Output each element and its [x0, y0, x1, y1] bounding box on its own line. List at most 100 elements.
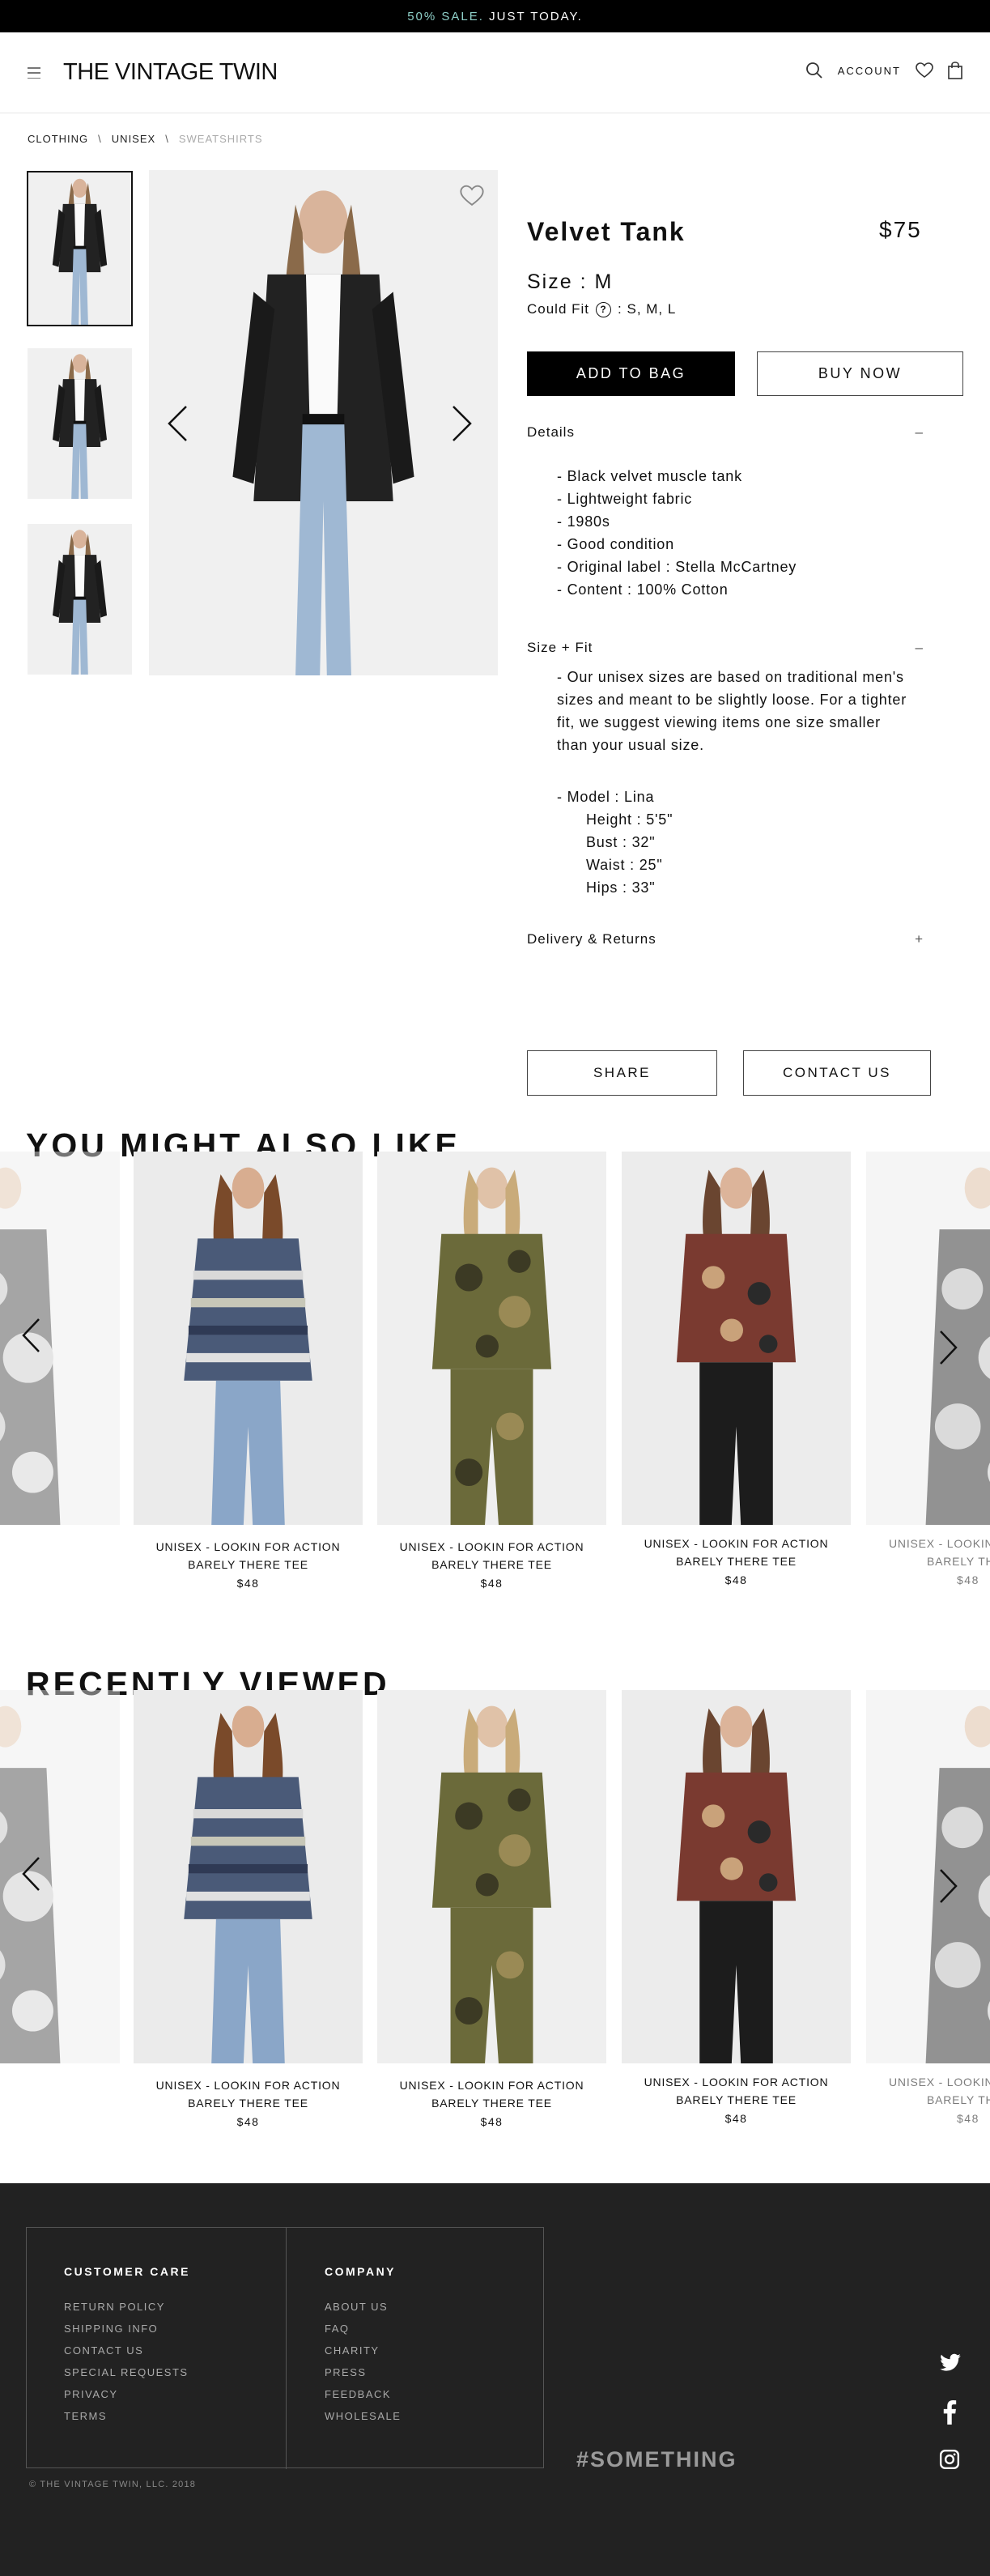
promo-text: JUST TODAY. [489, 9, 583, 23]
model-name: - Model : Lina [557, 789, 655, 805]
product-price: $48 [236, 2115, 260, 2128]
product-name[interactable]: UNISEX - LOOKIN FOR ACTION BARELY THERE T… [377, 1538, 606, 1573]
size-fit-accordion-header[interactable]: Size + Fit – [527, 640, 924, 656]
could-fit: Could Fit ? : S, M, L [527, 301, 676, 317]
expand-icon[interactable]: + [915, 931, 924, 947]
product-image[interactable] [622, 1690, 851, 2063]
product-name[interactable]: UNISEX - LOOKIN FOR ACTION BARELY THERE T… [134, 2076, 363, 2112]
collapse-icon[interactable]: – [916, 640, 924, 656]
product-card[interactable]: UNISEX - LOOKIN FOR ACTION BARELY THERE T… [134, 1152, 363, 1590]
product-image[interactable] [377, 1690, 606, 2063]
wishlist-heart-icon[interactable] [460, 185, 484, 207]
footer-link-charity[interactable]: CHARITY [325, 2340, 401, 2361]
size-fit-heading: Size + Fit [527, 640, 593, 655]
product-card[interactable]: UNISEX - LOOKIN FOR ACTION BARELY THERE T… [134, 1690, 363, 2128]
customer-care-heading: CUSTOMER CARE [64, 2265, 190, 2278]
product-name[interactable]: UNISEX - LOOKIN FOR ACTION BARELY THERE T… [622, 2073, 851, 2109]
add-to-bag-button[interactable]: ADD TO BAG [527, 351, 735, 396]
footer-link-privacy[interactable]: PRIVACY [64, 2383, 190, 2405]
footer-link-terms[interactable]: TERMS [64, 2405, 190, 2427]
model-hips: Hips : 33" [586, 879, 656, 896]
thumbnail-3[interactable] [28, 524, 132, 675]
breadcrumb-clothing[interactable]: CLOTHING [28, 133, 88, 145]
product-price: $75 [879, 217, 922, 242]
facebook-icon[interactable] [942, 2400, 957, 2425]
details-item: - Original label : Stella McCartney [557, 559, 797, 575]
product-card-partial[interactable] [0, 1152, 120, 1525]
buy-now-button[interactable]: BUY NOW [757, 351, 963, 396]
twitter-icon[interactable] [939, 2353, 962, 2373]
site-header: THE VINTAGE TWIN ACCOUNT [0, 32, 990, 113]
carousel-next-arrow-icon[interactable] [939, 1868, 958, 1904]
product-card[interactable]: UNISEX - LOOKIN FOR ACTION BARELY THERE T… [377, 1690, 606, 2128]
promo-bar: 50% SALE. JUST TODAY. [0, 0, 990, 32]
help-icon[interactable]: ? [596, 301, 612, 317]
breadcrumb-sweatshirts: SWEATSHIRTS [178, 133, 263, 145]
footer-link-contact-us[interactable]: CONTACT US [64, 2340, 190, 2361]
product-image[interactable] [134, 1152, 363, 1525]
product-card-partial[interactable] [0, 1690, 120, 2063]
main-product-image [149, 170, 498, 675]
footer-link-press[interactable]: PRESS [325, 2361, 401, 2383]
footer-link-about-us[interactable]: ABOUT US [325, 2296, 401, 2318]
company-column: COMPANY ABOUT US FAQ CHARITY PRESS FEEDB… [325, 2265, 401, 2427]
site-logo[interactable]: THE VINTAGE TWIN [63, 59, 278, 86]
footer-link-return-policy[interactable]: RETURN POLICY [64, 2296, 190, 2318]
footer-link-shipping-info[interactable]: SHIPPING INFO [64, 2318, 190, 2340]
product-card-partial[interactable]: UNISEX - LOOKIN BARELY TH $48 [866, 1690, 990, 2125]
recently-viewed-carousel: UNISEX - LOOKIN FOR ACTION BARELY THERE T… [0, 1690, 990, 2144]
company-heading: COMPANY [325, 2265, 397, 2278]
footer-link-faq[interactable]: FAQ [325, 2318, 401, 2340]
contact-us-button[interactable]: CONTACT US [743, 1050, 931, 1096]
details-item: - 1980s [557, 513, 610, 530]
product-name[interactable]: UNISEX - LOOKIN FOR ACTION BARELY THERE T… [134, 1538, 363, 1573]
site-footer: CUSTOMER CARE RETURN POLICY SHIPPING INF… [0, 2183, 990, 2576]
product-price: $48 [236, 1577, 260, 1590]
details-item: - Lightweight fabric [557, 491, 693, 507]
model-bust: Bust : 32" [586, 834, 656, 850]
also-like-carousel: UNISEX - LOOKIN FOR ACTION BARELY THERE T… [0, 1152, 990, 1605]
product-image[interactable] [622, 1152, 851, 1525]
product-name[interactable]: UNISEX - LOOKIN BARELY TH [866, 2073, 990, 2109]
copyright: © THE VINTAGE TWIN, LLC. 2018 [29, 2480, 197, 2489]
image-prev-arrow-icon[interactable] [167, 405, 188, 442]
product-name[interactable]: UNISEX - LOOKIN FOR ACTION BARELY THERE T… [377, 2076, 606, 2112]
menu-icon[interactable] [28, 67, 40, 79]
bag-icon[interactable] [948, 62, 962, 79]
instagram-icon[interactable] [939, 2449, 960, 2470]
footer-link-feedback[interactable]: FEEDBACK [325, 2383, 401, 2405]
footer-link-special-requests[interactable]: SPECIAL REQUESTS [64, 2361, 190, 2383]
image-next-arrow-icon[interactable] [452, 405, 473, 442]
thumbnail-1[interactable] [27, 171, 133, 326]
product-title: Velvet Tank [527, 217, 686, 246]
product-image[interactable] [134, 1690, 363, 2063]
product-card-partial[interactable]: UNISEX - LOOKIN BARELY TH $48 [866, 1152, 990, 1586]
carousel-prev-arrow-icon[interactable] [21, 1318, 40, 1353]
product-card[interactable]: UNISEX - LOOKIN FOR ACTION BARELY THERE T… [622, 1690, 851, 2125]
product-price: $48 [957, 1573, 979, 1586]
carousel-prev-arrow-icon[interactable] [21, 1856, 40, 1892]
heart-icon[interactable] [916, 62, 933, 79]
collapse-icon[interactable]: – [916, 424, 924, 441]
carousel-next-arrow-icon[interactable] [939, 1330, 958, 1365]
thumbnail-2[interactable] [28, 348, 132, 499]
share-button[interactable]: SHARE [527, 1050, 717, 1096]
details-item: - Black velvet muscle tank [557, 468, 742, 484]
product-image[interactable] [377, 1152, 606, 1525]
model-waist: Waist : 25" [586, 857, 663, 873]
product-name[interactable]: UNISEX - LOOKIN BARELY TH [866, 1535, 990, 1570]
product-price: $48 [480, 2115, 503, 2128]
hashtag[interactable]: #SOMETHING [576, 2447, 737, 2472]
could-fit-label: Could Fit [527, 301, 590, 317]
breadcrumb-unisex[interactable]: UNISEX [112, 133, 155, 145]
details-accordion-header[interactable]: Details – [527, 424, 924, 441]
product-card[interactable]: UNISEX - LOOKIN FOR ACTION BARELY THERE T… [377, 1152, 606, 1590]
product-price: $48 [724, 2112, 748, 2125]
footer-link-wholesale[interactable]: WHOLESALE [325, 2405, 401, 2427]
account-link[interactable]: ACCOUNT [838, 65, 901, 77]
product-card[interactable]: UNISEX - LOOKIN FOR ACTION BARELY THERE T… [622, 1152, 851, 1586]
search-icon[interactable] [805, 62, 823, 79]
promo-accent: 50% SALE. [407, 9, 484, 23]
product-name[interactable]: UNISEX - LOOKIN FOR ACTION BARELY THERE T… [622, 1535, 851, 1570]
delivery-accordion-header[interactable]: Delivery & Returns + [527, 931, 924, 947]
